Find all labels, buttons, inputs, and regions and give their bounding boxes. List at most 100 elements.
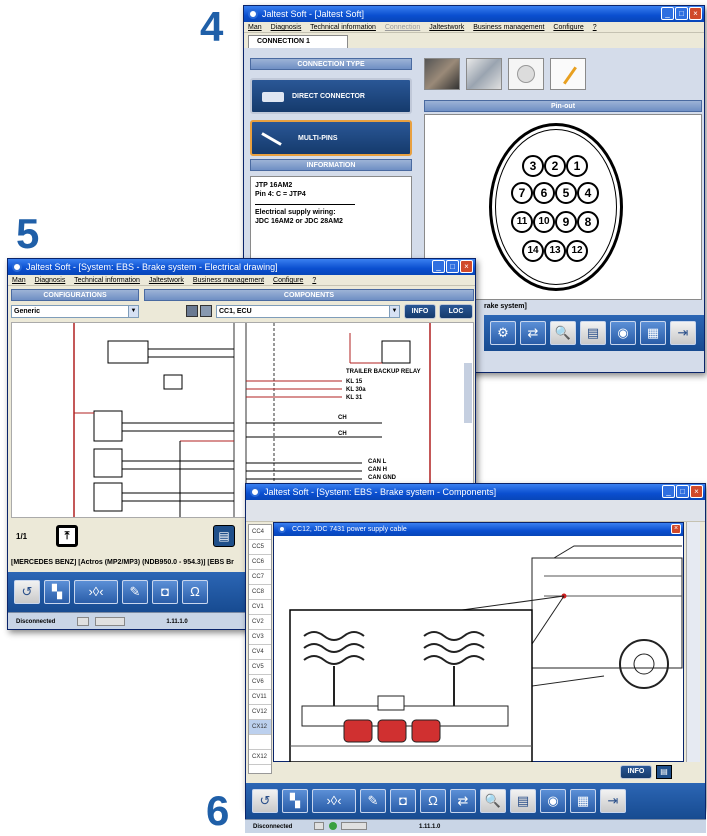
document-button[interactable]: ▤ [510,789,536,813]
thumbnail-truck-photo[interactable] [424,58,460,90]
menu-configure[interactable]: Configure [273,277,303,284]
status-led [328,822,337,831]
maximize-button[interactable]: □ [446,260,459,273]
list-item[interactable]: CX12 [249,750,271,765]
menu-jaltestwork[interactable]: Jaltestwork [149,277,184,284]
measure-button[interactable]: Ω [420,789,446,813]
vehicle-button[interactable]: ▚ [282,789,308,813]
list-item[interactable]: CC5 [249,540,271,555]
diagnosis-button[interactable]: ›◊‹ [312,789,356,813]
component-value: CC1, ECU [219,308,252,315]
list-item[interactable]: CV3 [249,630,271,645]
list-item[interactable]: CV11 [249,690,271,705]
menu-help[interactable]: ? [312,277,316,284]
loc-button[interactable]: LOC [439,304,473,319]
camera-button[interactable]: ◘ [390,789,416,813]
menu-business-management[interactable]: Business management [193,277,264,284]
list-item-selected[interactable]: CX12 [249,720,271,735]
list-item[interactable]: CC6 [249,555,271,570]
menu-business-management[interactable]: Business management [473,24,544,31]
pin-10: 10 [533,211,555,233]
window-connection-title: Jaltest Soft - [Jaltest Soft] [262,9,365,19]
search-button[interactable]: 🔍 [480,789,506,813]
close-button[interactable]: × [689,7,702,20]
connection-tool-button[interactable]: ⇄ [450,789,476,813]
cable-dialog-titlebar[interactable]: CC12, JDC 7431 power supply cable × [274,523,683,536]
info-button[interactable]: INFO [404,304,436,319]
tools-button[interactable]: ✎ [360,789,386,813]
search-button[interactable]: 🔍 [550,321,576,345]
menu-configure[interactable]: Configure [553,24,583,31]
list-item[interactable]: CV5 [249,660,271,675]
right-scrollbar[interactable] [686,522,700,762]
components-header: COMPONENTS [144,289,474,301]
minimize-button[interactable]: _ [432,260,445,273]
list-item[interactable]: CC8 [249,585,271,600]
close-button[interactable]: × [690,485,703,498]
list-item[interactable] [249,735,271,750]
minimize-button[interactable]: _ [661,7,674,20]
step-number-4: 4 [200,3,224,50]
code-button[interactable]: ◉ [610,321,636,345]
print-button[interactable]: ▤ [656,765,672,779]
component-icon-a[interactable] [186,305,198,317]
camera-button[interactable]: ◘ [152,580,178,604]
dialog-close-button[interactable]: × [671,524,681,534]
list-item[interactable]: CV6 [249,675,271,690]
component-select[interactable]: CC1, ECU ▼ [216,305,400,318]
chevron-down-icon: ▼ [389,306,399,317]
info-label: INFO [627,768,645,775]
menu-technical-information[interactable]: Technical information [310,24,376,31]
menu-help[interactable]: ? [593,24,597,31]
maximize-button[interactable]: □ [675,7,688,20]
menu-diagnosis[interactable]: Diagnosis [271,24,302,31]
code-button[interactable]: ◉ [540,789,566,813]
direct-connector-button[interactable]: DIRECT CONNECTOR [250,78,412,114]
thumbnail-pencil[interactable] [550,58,586,90]
close-button[interactable]: × [460,260,473,273]
menu-diagnosis[interactable]: Diagnosis [35,277,66,284]
menu-man[interactable]: Man [12,277,26,284]
list-item[interactable]: CC4 [249,525,271,540]
vehicle-button[interactable]: ▚ [44,580,70,604]
back-button[interactable]: ↺ [14,580,40,604]
window-electrical-titlebar[interactable]: Jaltest Soft - [System: EBS - Brake syst… [8,259,475,275]
notes-button[interactable]: ▦ [640,321,666,345]
list-item[interactable]: CC7 [249,570,271,585]
pin-6: 6 [533,182,555,204]
maximize-button[interactable]: □ [676,485,689,498]
window-connection-titlebar[interactable]: Jaltest Soft - [Jaltest Soft] _ □ × [244,6,704,22]
diagnosis-button[interactable]: ›◊‹ [74,580,118,604]
menu-connection[interactable]: Connection [385,24,420,31]
info-button[interactable]: INFO [620,765,652,779]
tab-connection-1[interactable]: CONNECTION 1 [248,35,348,48]
print-button[interactable]: ▤ [213,525,235,547]
minimize-button[interactable]: _ [662,485,675,498]
list-item[interactable]: CV4 [249,645,271,660]
tools-button[interactable]: ✎ [122,580,148,604]
list-item[interactable]: CV2 [249,615,271,630]
document-button[interactable]: ▤ [580,321,606,345]
list-item[interactable]: CV1 [249,600,271,615]
window-components-titlebar[interactable]: Jaltest Soft - [System: EBS - Brake syst… [246,484,705,500]
components-list: CC4 CC5 CC6 CC7 CC8 CV1 CV2 CV3 CV4 CV5 … [248,524,272,774]
component-icon-b[interactable] [200,305,212,317]
first-page-button[interactable]: ⤒ [56,525,78,547]
multi-pins-button[interactable]: MULTI-PINS [250,120,412,156]
exit-button[interactable]: ⇥ [600,789,626,813]
menu-man[interactable]: Man [248,24,262,31]
back-button[interactable]: ↺ [252,789,278,813]
notes-button[interactable]: ▦ [570,789,596,813]
measure-button[interactable]: Ω [182,580,208,604]
list-item[interactable]: CV12 [249,705,271,720]
thumbnail-pin-diagram[interactable] [508,58,544,90]
measure-tool-button[interactable]: ⚙ [490,321,516,345]
connection-tool-button[interactable]: ⇄ [520,321,546,345]
menu-technical-information[interactable]: Technical information [74,277,140,284]
menu-jaltestwork[interactable]: Jaltestwork [429,24,464,31]
printer-icon: ▤ [660,767,668,776]
configuration-select[interactable]: Generic ▼ [11,305,139,318]
exit-button[interactable]: ⇥ [670,321,696,345]
connector-icon [262,92,284,102]
thumbnail-connector-photo[interactable] [466,58,502,90]
